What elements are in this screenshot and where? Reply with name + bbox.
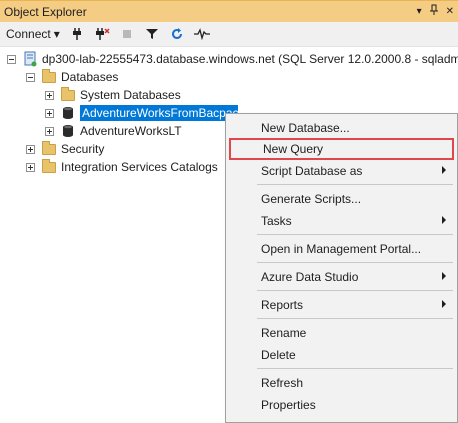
activity-monitor-icon[interactable] (193, 26, 210, 42)
connect-button[interactable]: Connect ▾ (6, 27, 60, 41)
tree-node-integration-services[interactable]: Integration Services Catalogs (26, 158, 218, 176)
disconnect-icon[interactable] (94, 26, 110, 42)
menu-item-reports[interactable]: Reports (229, 294, 454, 316)
menu-item-new-database[interactable]: New Database... (229, 117, 454, 139)
menu-item-script-database-as[interactable]: Script Database as (229, 160, 454, 182)
connect-plug-icon[interactable] (69, 26, 85, 42)
menu-item-refresh[interactable]: Refresh (229, 372, 454, 394)
menu-separator (257, 368, 453, 369)
menu-label: Refresh (261, 376, 304, 390)
tree-node-server[interactable]: dp300-lab-22555473.database.windows.net … (7, 50, 458, 68)
folder-icon (41, 68, 57, 85)
menu-label: Open in Management Portal... (261, 242, 422, 256)
menu-label: Azure Data Studio (261, 270, 359, 284)
context-menu: New Database... New Query Script Databas… (225, 113, 458, 423)
collapse-icon[interactable] (26, 72, 35, 82)
server-label: dp300-lab-22555473.database.windows.net … (42, 52, 458, 66)
expand-icon[interactable] (26, 144, 35, 154)
menu-label: Script Database as (261, 164, 363, 178)
security-label: Security (61, 142, 105, 156)
menu-item-azure-data-studio[interactable]: Azure Data Studio (229, 266, 454, 288)
filter-icon[interactable] (144, 26, 160, 42)
server-icon (22, 51, 38, 67)
adventureworks-lt-label: AdventureWorksLT (80, 124, 182, 138)
submenu-arrow-icon (442, 166, 446, 174)
stop-icon[interactable] (119, 26, 135, 42)
databases-label: Databases (61, 70, 119, 84)
folder-icon (41, 140, 57, 157)
close-icon[interactable]: ✕ (446, 6, 454, 18)
system-databases-label: System Databases (80, 88, 181, 102)
submenu-arrow-icon (442, 216, 446, 224)
window-title: Object Explorer (4, 4, 87, 19)
title-controls: ▾ ✕ (417, 4, 458, 20)
object-explorer-toolbar: Connect ▾ (0, 22, 458, 47)
selected-database-label: AdventureWorksFromBacpac (80, 105, 238, 121)
menu-separator (257, 234, 453, 235)
folder-icon (41, 158, 57, 175)
chevron-down-icon: ▾ (53, 27, 60, 41)
menu-item-rename[interactable]: Rename (229, 322, 454, 344)
menu-label: New Query (263, 142, 324, 156)
menu-label: Tasks (261, 214, 292, 228)
tree-node-system-databases[interactable]: System Databases (45, 86, 181, 104)
menu-label: Generate Scripts... (261, 192, 362, 206)
expand-icon[interactable] (26, 162, 35, 172)
tree-node-adventureworks-lt[interactable]: AdventureWorksLT (45, 122, 182, 140)
menu-item-new-query[interactable]: New Query (229, 138, 454, 160)
menu-item-generate-scripts[interactable]: Generate Scripts... (229, 188, 454, 210)
menu-item-delete[interactable]: Delete (229, 344, 454, 366)
menu-separator (257, 262, 453, 263)
database-icon (60, 123, 76, 139)
submenu-arrow-icon (442, 300, 446, 308)
expand-icon[interactable] (45, 108, 54, 118)
menu-label: Reports (261, 298, 304, 312)
menu-label: Properties (261, 398, 316, 412)
tree-node-databases[interactable]: Databases (26, 68, 118, 86)
menu-label: Delete (261, 348, 296, 362)
menu-separator (257, 318, 453, 319)
tree-node-security[interactable]: Security (26, 140, 104, 158)
integration-services-label: Integration Services Catalogs (61, 160, 218, 174)
collapse-icon[interactable] (7, 54, 16, 64)
database-icon (60, 105, 76, 121)
pin-icon[interactable] (429, 4, 439, 20)
menu-label: Rename (261, 326, 307, 340)
connect-label: Connect (6, 27, 51, 41)
menu-separator (257, 184, 453, 185)
menu-label: New Database... (261, 121, 350, 135)
menu-item-open-management-portal[interactable]: Open in Management Portal... (229, 238, 454, 260)
expand-icon[interactable] (45, 90, 54, 100)
menu-separator (257, 290, 453, 291)
folder-icon (60, 86, 76, 103)
menu-item-properties[interactable]: Properties (229, 394, 454, 416)
refresh-icon[interactable] (169, 26, 185, 42)
expand-icon[interactable] (45, 126, 54, 136)
tree-node-adventureworks-bacpac[interactable]: AdventureWorksFromBacpac (45, 104, 238, 122)
dropdown-icon[interactable]: ▾ (417, 6, 422, 18)
submenu-arrow-icon (442, 272, 446, 280)
object-explorer-titlebar: Object Explorer ▾ ✕ (0, 0, 458, 22)
menu-item-tasks[interactable]: Tasks (229, 210, 454, 232)
